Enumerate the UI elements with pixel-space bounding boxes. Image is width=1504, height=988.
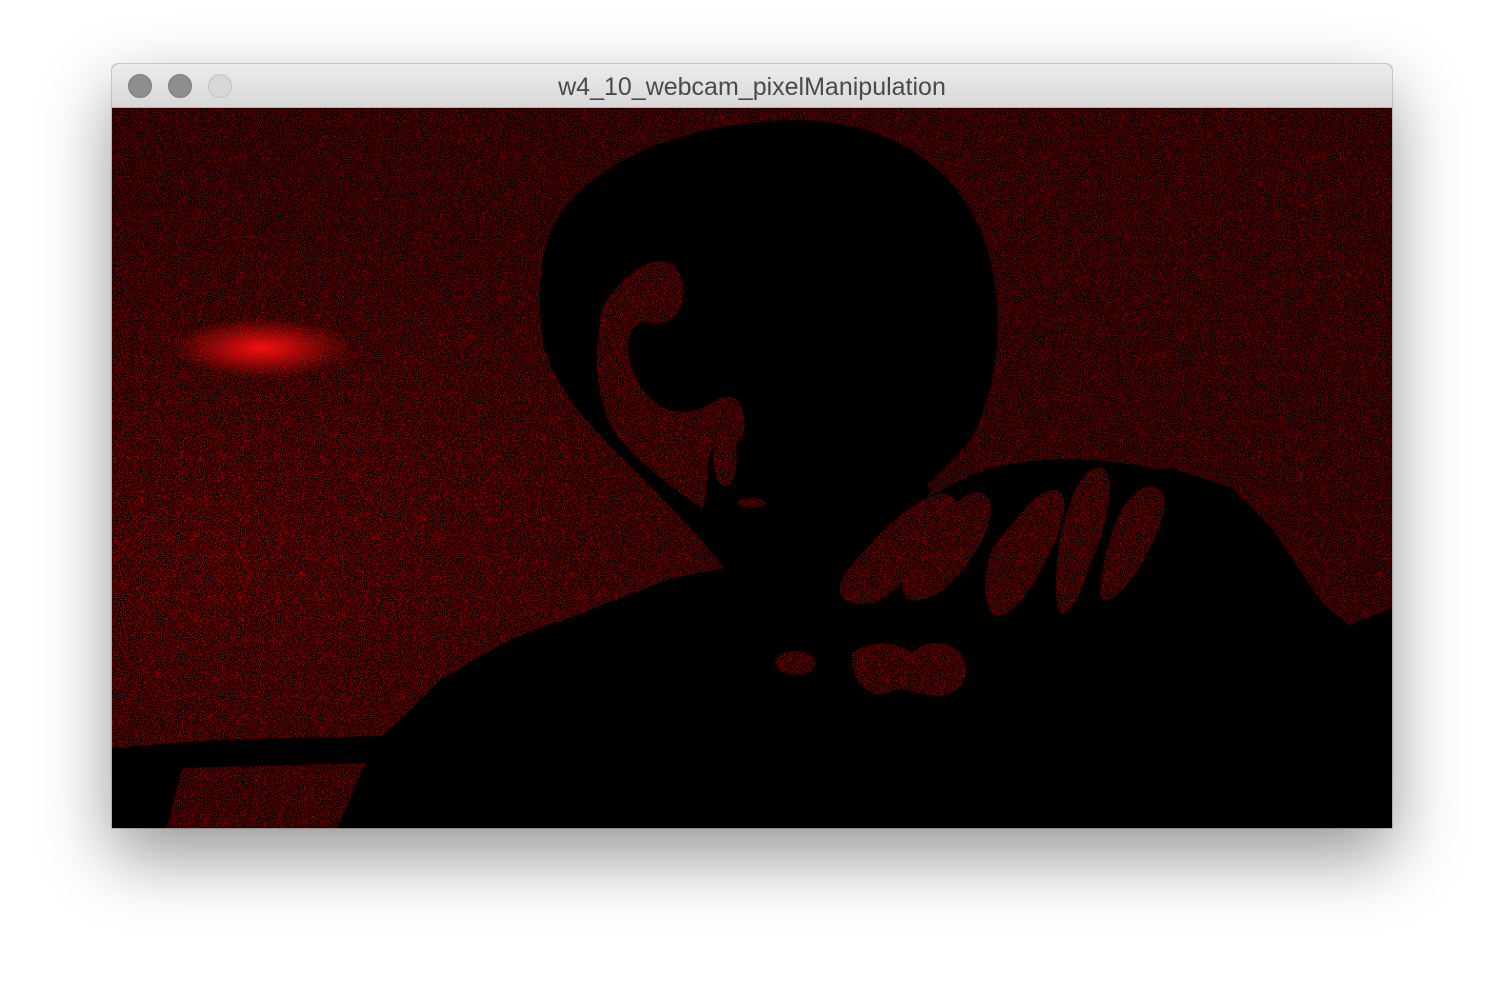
window-title: w4_10_webcam_pixelManipulation [558, 73, 946, 101]
title-bar[interactable]: w4_10_webcam_pixelManipulation [112, 64, 1392, 108]
webcam-canvas[interactable] [112, 108, 1392, 828]
webcam-image [112, 108, 1392, 828]
app-window: w4_10_webcam_pixelManipulation [112, 64, 1392, 828]
